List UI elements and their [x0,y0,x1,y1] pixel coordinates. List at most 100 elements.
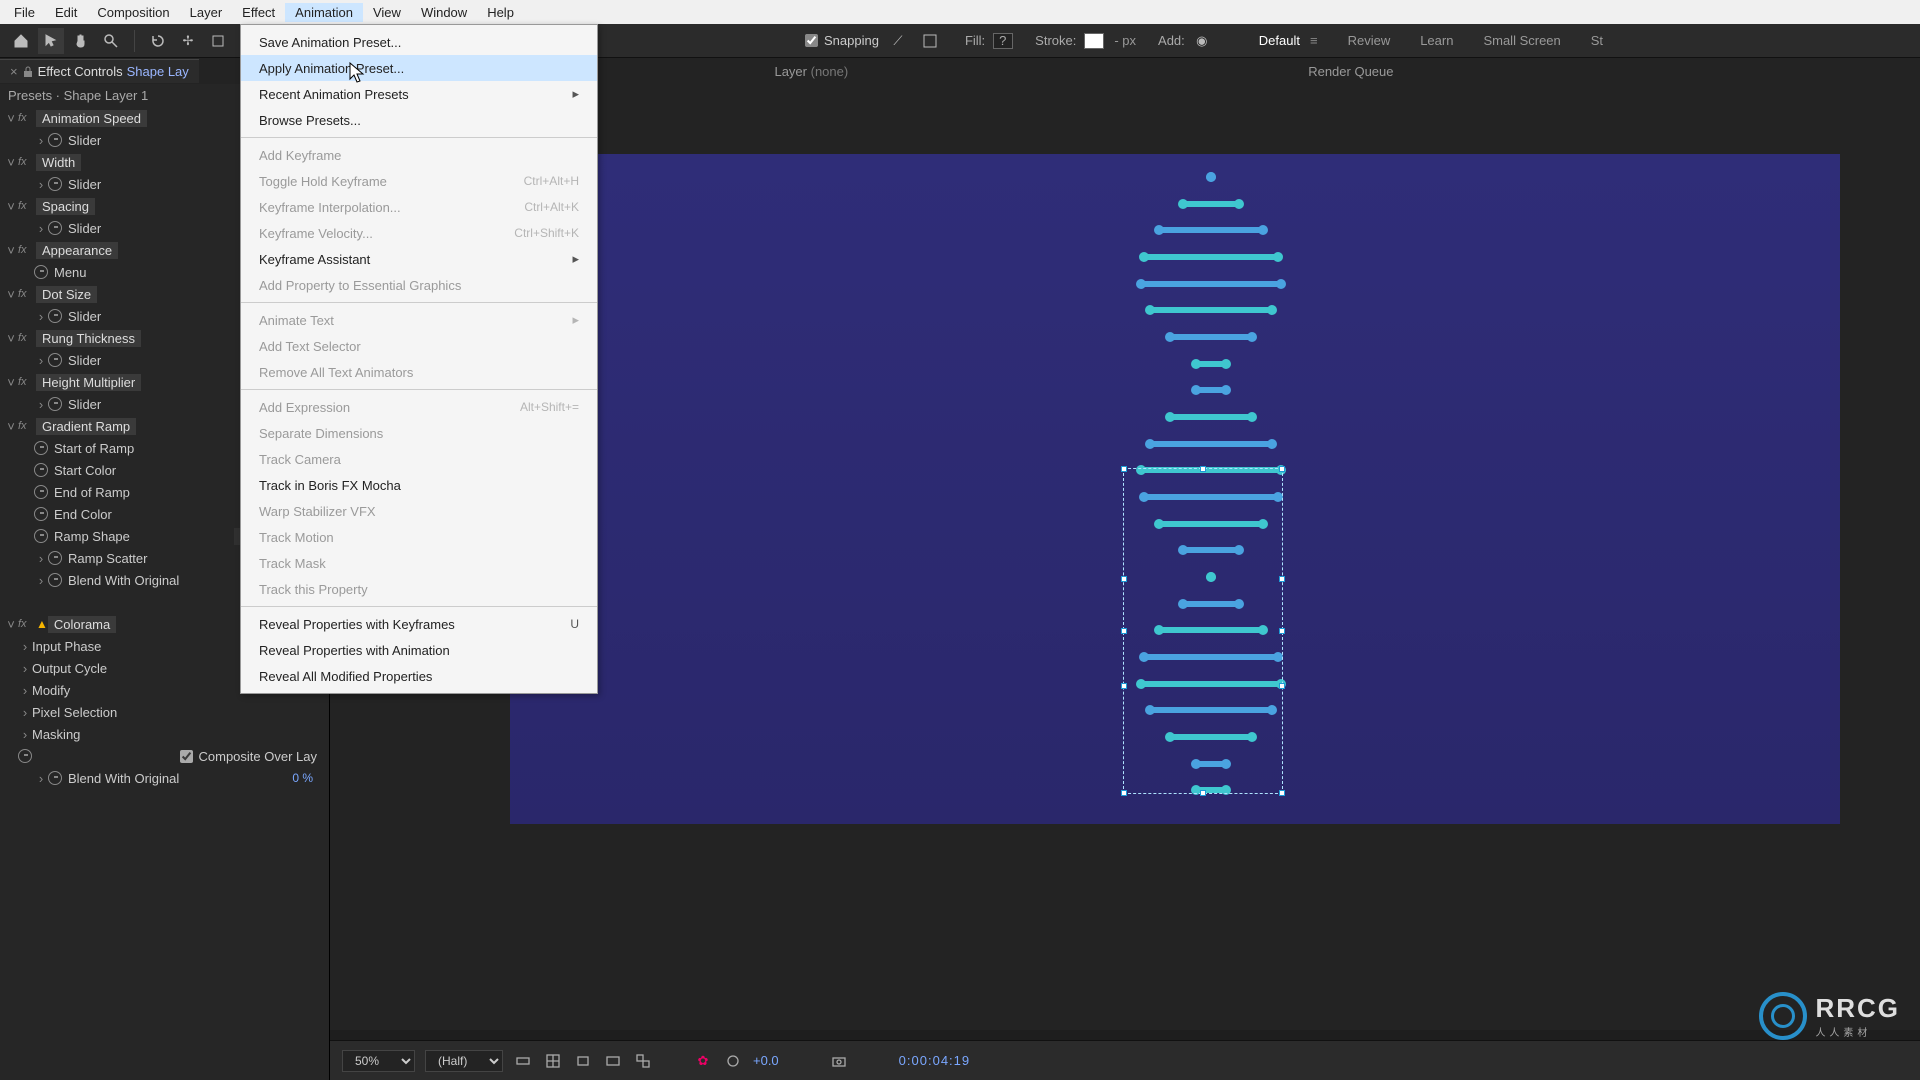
current-time[interactable]: 0:00:04:19 [899,1053,970,1068]
stopwatch-icon[interactable] [48,397,62,411]
effect-name[interactable]: Gradient Ramp [36,418,136,435]
stopwatch-icon[interactable] [48,551,62,565]
menu-effect[interactable]: Effect [232,3,285,22]
stopwatch-icon[interactable] [34,529,48,543]
snap-opt2-icon[interactable] [917,28,943,54]
fill-swatch[interactable] [993,33,1013,49]
region-icon[interactable] [603,1051,623,1071]
menu-window[interactable]: Window [411,3,477,22]
twirl-icon[interactable]: › [18,727,32,742]
stopwatch-icon[interactable] [34,265,48,279]
effect-name[interactable]: Width [36,154,81,171]
menu-layer[interactable]: Layer [180,3,233,22]
effect-name[interactable]: Colorama [48,616,116,633]
menu-item-apply-animation-preset[interactable]: Apply Animation Preset... [241,55,597,81]
effect-name[interactable]: Dot Size [36,286,97,303]
twirl-icon[interactable]: › [34,177,48,192]
composition-canvas[interactable] [510,154,1840,824]
workspace-default[interactable]: Default [1259,33,1300,48]
property-group[interactable]: Pixel Selection [32,705,117,720]
menu-item-reveal-properties-with-keyframes[interactable]: Reveal Properties with KeyframesU [241,611,597,637]
stopwatch-icon[interactable] [48,177,62,191]
snapping-checkbox[interactable] [805,34,818,47]
property-group[interactable]: Output Cycle [32,661,107,676]
menu-item-recent-animation-presets[interactable]: Recent Animation Presets▸ [241,81,597,107]
add-menu-icon[interactable]: ◉ [1189,28,1215,54]
menu-item-save-animation-preset[interactable]: Save Animation Preset... [241,29,597,55]
ruler-icon[interactable] [513,1051,533,1071]
twirl-icon[interactable]: › [18,661,32,676]
stopwatch-icon[interactable] [18,749,32,763]
rotate-tool-icon[interactable] [145,28,171,54]
stopwatch-icon[interactable] [48,353,62,367]
workspace-menu-icon[interactable]: ≡ [1310,33,1318,48]
menu-file[interactable]: File [4,3,45,22]
zoom-select[interactable]: 50% [342,1050,415,1072]
menu-composition[interactable]: Composition [87,3,179,22]
effect-name[interactable]: Appearance [36,242,118,259]
mask-icon[interactable] [573,1051,593,1071]
twirl-icon[interactable]: › [34,771,48,786]
twirl-icon[interactable]: ˅ [4,111,18,126]
effect-controls-tab[interactable]: × Effect Controls Shape Lay [0,59,199,83]
property-group[interactable]: Input Phase [32,639,101,654]
menu-item-browse-presets[interactable]: Browse Presets... [241,107,597,133]
menu-edit[interactable]: Edit [45,3,87,22]
transparency-icon[interactable] [633,1051,653,1071]
grid-icon[interactable] [543,1051,563,1071]
snapshot-icon[interactable] [829,1051,849,1071]
effect-name[interactable]: Rung Thickness [36,330,141,347]
stopwatch-icon[interactable] [48,309,62,323]
twirl-icon[interactable]: ˅ [4,287,18,302]
reset-exposure-icon[interactable] [723,1051,743,1071]
twirl-icon[interactable]: › [34,353,48,368]
stopwatch-icon[interactable] [34,507,48,521]
stopwatch-icon[interactable] [48,133,62,147]
property-group[interactable]: Masking [32,727,80,742]
workspace-learn[interactable]: Learn [1420,33,1453,48]
twirl-icon[interactable]: ˅ [4,419,18,434]
menu-view[interactable]: View [363,3,411,22]
twirl-icon[interactable]: › [18,683,32,698]
snap-opt1-icon[interactable]: ⟋ [885,28,911,54]
workspace-small-screen[interactable]: Small Screen [1483,33,1560,48]
menu-item-track-in-boris-fx-mocha[interactable]: Track in Boris FX Mocha [241,472,597,498]
zoom-tool-icon[interactable] [98,28,124,54]
shape-tool-icon[interactable] [205,28,231,54]
twirl-icon[interactable]: ˅ [4,199,18,214]
twirl-icon[interactable]: › [34,397,48,412]
workspace-review[interactable]: Review [1348,33,1391,48]
stopwatch-icon[interactable] [48,221,62,235]
property-checkbox[interactable] [180,750,193,763]
twirl-icon[interactable]: ˅ [4,617,18,632]
stopwatch-icon[interactable] [34,441,48,455]
close-icon[interactable]: × [10,64,18,79]
twirl-icon[interactable]: › [34,309,48,324]
twirl-icon[interactable]: › [34,221,48,236]
stopwatch-icon[interactable] [48,573,62,587]
twirl-icon[interactable]: › [34,551,48,566]
selection-tool-icon[interactable] [38,28,64,54]
twirl-icon[interactable]: ˅ [4,375,18,390]
effect-name[interactable]: Height Multiplier [36,374,141,391]
viewer-tab2[interactable]: Layer [774,64,807,79]
twirl-icon[interactable]: › [34,573,48,588]
menu-item-keyframe-assistant[interactable]: Keyframe Assistant▸ [241,246,597,272]
stopwatch-icon[interactable] [48,771,62,785]
color-mgmt-icon[interactable]: ✿ [693,1051,713,1071]
hand-tool-icon[interactable] [68,28,94,54]
twirl-icon[interactable]: ˅ [4,243,18,258]
property-value[interactable]: 0 % [292,771,313,785]
menu-item-reveal-all-modified-properties[interactable]: Reveal All Modified Properties [241,663,597,689]
twirl-icon[interactable]: › [18,639,32,654]
stopwatch-icon[interactable] [34,485,48,499]
menu-animation[interactable]: Animation [285,3,363,22]
menu-item-reveal-properties-with-animation[interactable]: Reveal Properties with Animation [241,637,597,663]
twirl-icon[interactable]: › [34,133,48,148]
stopwatch-icon[interactable] [34,463,48,477]
property-group[interactable]: Modify [32,683,70,698]
stroke-width[interactable]: - px [1114,33,1136,48]
twirl-icon[interactable]: ˅ [4,331,18,346]
twirl-icon[interactable]: › [18,705,32,720]
menu-help[interactable]: Help [477,3,524,22]
